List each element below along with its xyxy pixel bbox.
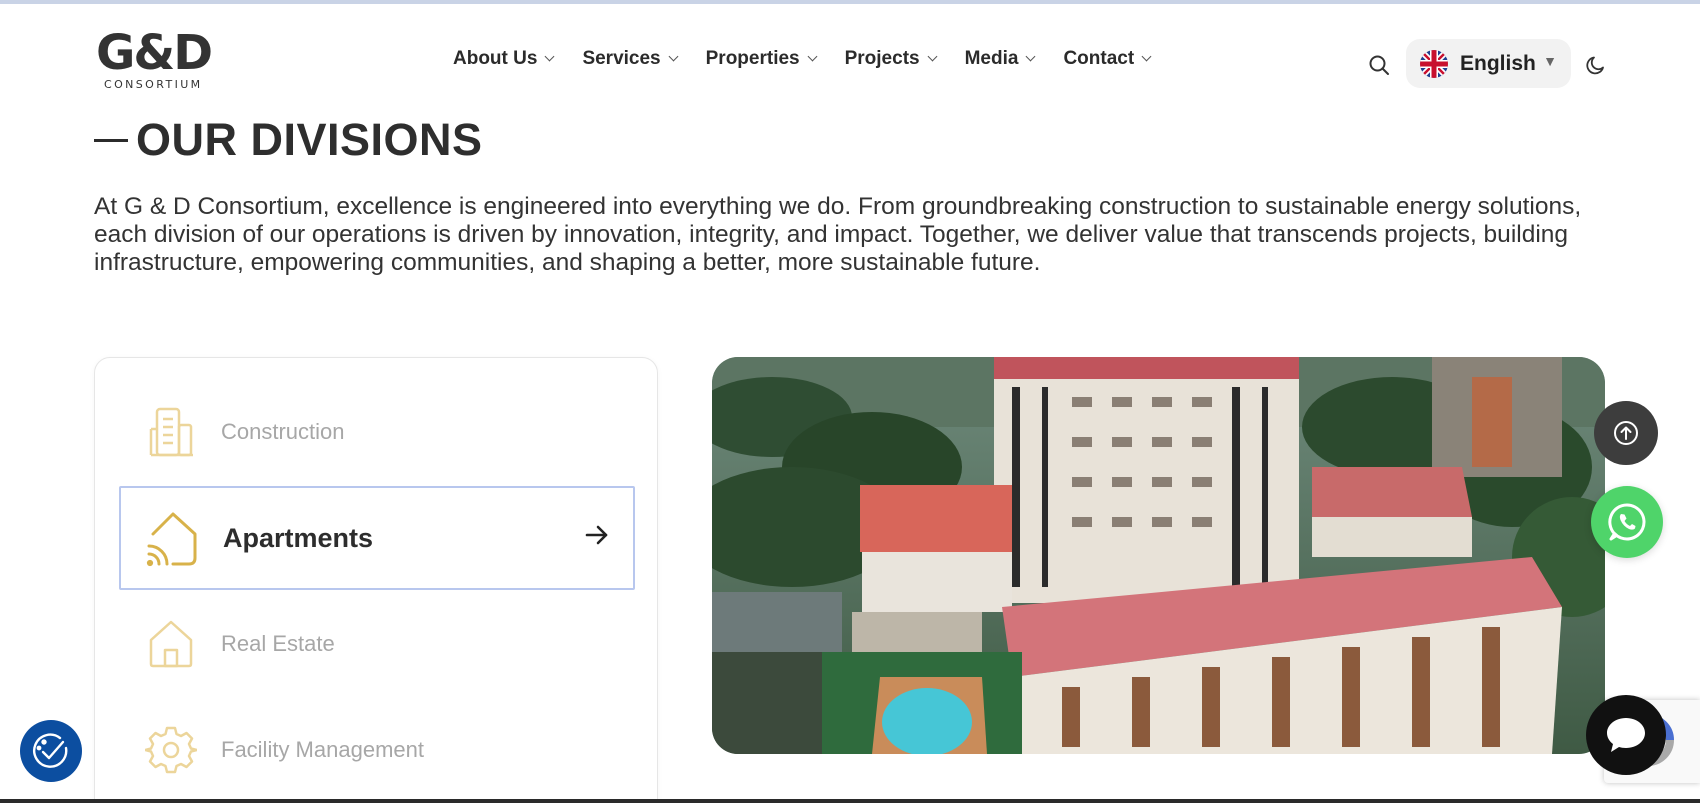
caret-down-icon: ▼ bbox=[1543, 53, 1557, 69]
division-real-estate[interactable]: Real Estate bbox=[119, 592, 635, 696]
chevron-down-icon bbox=[807, 51, 818, 62]
language-selector[interactable]: English ▼ bbox=[1406, 39, 1571, 88]
nav-media[interactable]: Media bbox=[964, 48, 1036, 70]
chevron-down-icon bbox=[544, 51, 555, 62]
nav-properties[interactable]: Properties bbox=[705, 48, 818, 70]
nav-label: Media bbox=[964, 48, 1019, 69]
site-logo[interactable]: G&D CONSORTIUM bbox=[96, 25, 220, 92]
whatsapp-icon[interactable] bbox=[1591, 486, 1663, 558]
nav-services[interactable]: Services bbox=[582, 48, 679, 70]
logo-wordmark: G&D bbox=[96, 25, 213, 81]
heading-dash bbox=[94, 138, 128, 142]
division-photo bbox=[712, 357, 1605, 754]
browser-bottom-bar bbox=[0, 799, 1700, 803]
nav-label: Properties bbox=[705, 48, 800, 69]
arrow-right-icon bbox=[585, 524, 609, 551]
chevron-down-icon bbox=[1026, 51, 1036, 62]
chevron-down-icon bbox=[668, 51, 679, 62]
language-label: English bbox=[1460, 51, 1536, 75]
nav-about-us[interactable]: About Us bbox=[453, 48, 555, 70]
gear-icon bbox=[141, 720, 201, 780]
division-label: Apartments bbox=[223, 522, 374, 553]
arrow-up-circle-icon[interactable] bbox=[1594, 401, 1658, 465]
nav-contact[interactable]: Contact bbox=[1063, 48, 1152, 70]
chevron-down-icon bbox=[1141, 51, 1152, 62]
house-icon bbox=[141, 614, 201, 674]
section-intro: At G & D Consortium, excellence is engin… bbox=[94, 193, 1582, 276]
division-construction[interactable]: Construction bbox=[119, 380, 635, 484]
chat-bubble-icon[interactable] bbox=[1586, 695, 1666, 775]
site-header: G&D CONSORTIUM About Us Services Propert… bbox=[0, 4, 1700, 112]
nav-label: Projects bbox=[844, 48, 920, 69]
nav-label: About Us bbox=[453, 48, 538, 69]
nav-label: Services bbox=[582, 48, 661, 69]
section-heading: OUR DIVISIONS bbox=[94, 114, 483, 166]
page-title: OUR DIVISIONS bbox=[136, 114, 483, 165]
division-label: Facility Management bbox=[221, 737, 424, 762]
division-label: Real Estate bbox=[221, 631, 335, 656]
division-apartments[interactable]: Apartments bbox=[119, 486, 635, 590]
uk-flag-icon bbox=[1420, 49, 1448, 78]
division-facility-management[interactable]: Facility Management bbox=[119, 698, 635, 802]
accessibility-icon[interactable] bbox=[20, 720, 82, 782]
smart-home-icon bbox=[143, 508, 203, 568]
division-label: Construction bbox=[221, 419, 345, 444]
main-nav: About Us Services Properties Projects Me… bbox=[453, 48, 1179, 70]
moon-icon[interactable] bbox=[1584, 53, 1608, 77]
divisions-list: Construction Apartments Real Estate Faci… bbox=[94, 357, 658, 803]
building-icon bbox=[141, 402, 201, 462]
search-icon[interactable] bbox=[1368, 54, 1390, 76]
nav-projects[interactable]: Projects bbox=[844, 48, 938, 70]
chevron-down-icon bbox=[927, 51, 938, 62]
nav-label: Contact bbox=[1063, 48, 1135, 69]
